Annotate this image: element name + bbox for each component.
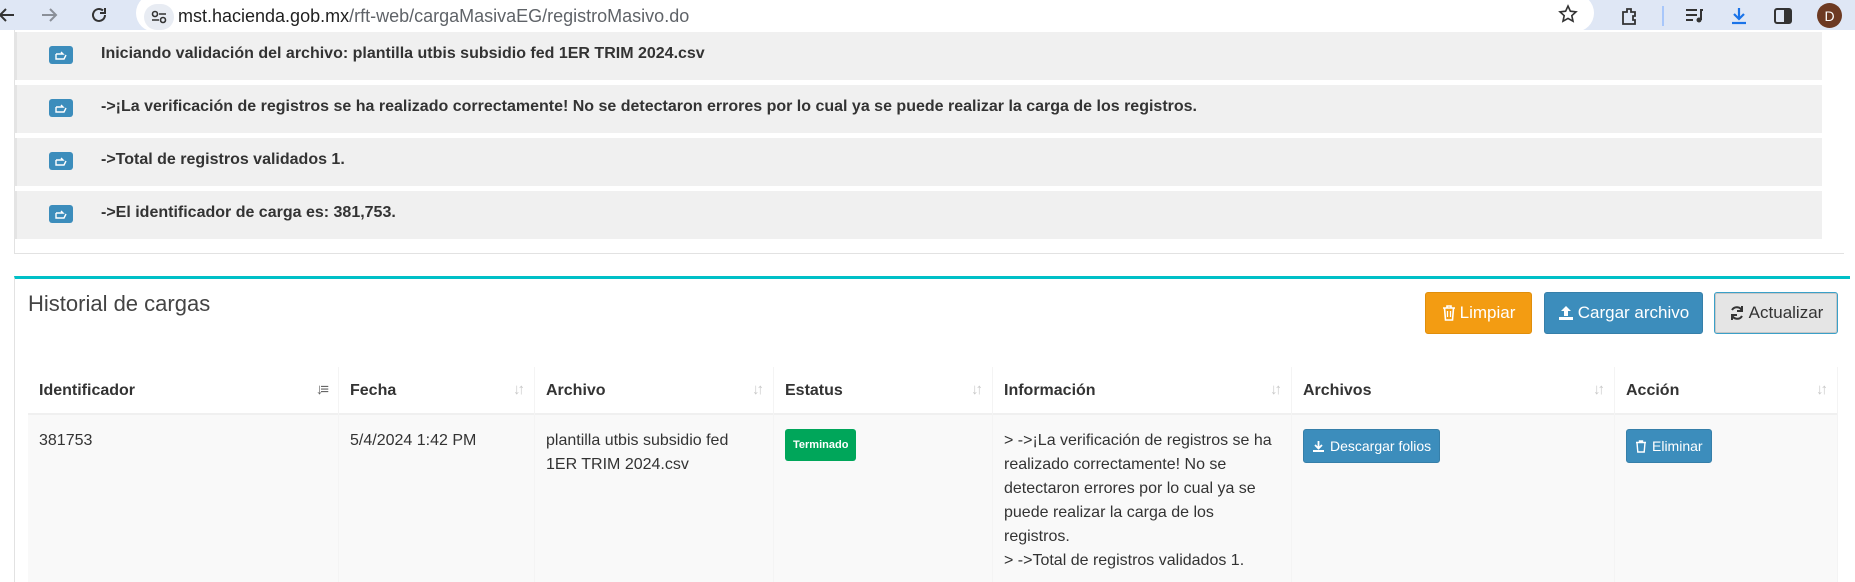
hand-pointer-icon [49,46,73,64]
column-header-label: Archivos [1303,382,1372,399]
column-header-archivo[interactable]: Archivo ↓↑ [535,367,774,415]
profile-avatar[interactable]: D [1817,3,1842,28]
column-header-label: Acción [1626,382,1680,399]
cell-info: > ->¡La verificación de registros se ha … [993,415,1292,582]
refresh-button-label: Actualizar [1748,303,1824,322]
download-icon [1313,440,1324,452]
cell-date: 5/4/2024 1:42 PM [339,415,535,582]
bookmark-star-icon[interactable] [1558,4,1578,29]
forward-arrow-icon[interactable] [36,2,62,28]
toolbar-divider [1662,6,1664,26]
delete-button-label: Eliminar [1652,438,1703,454]
table-row: 381753 5/4/2024 1:42 PM plantilla utbis … [28,415,1838,582]
hand-pointer-icon [49,152,73,170]
hand-pointer-icon [49,99,73,117]
sort-icon: ↓↑ [971,381,983,398]
log-message: ->Total de registros validados 1. [101,151,345,168]
log-item: ->¡La verificación de registros se ha re… [14,85,1822,133]
site-settings-icon[interactable] [144,4,174,30]
column-header-label: Estatus [785,382,843,399]
log-item: ->El identificador de carga es: 381,753. [14,191,1822,239]
refresh-icon [1730,306,1743,320]
column-header-fecha[interactable]: Fecha ↓↑ [339,367,535,415]
column-header-accion[interactable]: Acción ↓↑ [1615,367,1838,415]
sort-desc-icon: ↓≡ [315,381,329,398]
sort-icon: ↓↑ [1593,381,1605,398]
log-message: Iniciando validación del archivo: planti… [101,45,705,62]
info-line: > ->¡La verificación de registros se ha … [1004,432,1272,545]
sort-icon: ↓↑ [752,381,764,398]
log-message: ->¡La verificación de registros se ha re… [101,98,1197,115]
info-line: > ->Total de registros validados 1. [1004,552,1245,569]
column-header-archivos[interactable]: Archivos ↓↑ [1292,367,1615,415]
upload-file-button-label: Cargar archivo [1577,303,1690,322]
cell-files: Descargar folios [1292,415,1615,582]
column-header-label: Información [1004,382,1096,399]
sort-icon: ↓↑ [1270,381,1282,398]
clear-button[interactable]: Limpiar [1425,292,1532,334]
reload-icon[interactable] [86,2,112,28]
media-queue-icon[interactable] [1681,3,1707,29]
browser-toolbar: mst.hacienda.gob.mx/rft-web/cargaMasivaE… [0,0,1855,32]
column-header-label: Identificador [39,382,136,399]
download-folios-button[interactable]: Descargar folios [1303,429,1441,463]
cell-status: Terminado [774,415,993,582]
trash-icon [1442,305,1455,321]
sort-icon: ↓↑ [1816,381,1828,398]
column-header-label: Archivo [546,382,606,399]
table-header: Identificador ↓≡ Fecha ↓↑ Archivo ↓↑ Est… [28,367,1838,415]
url-domain: mst.hacienda.gob.mx [178,6,350,26]
upload-icon [1558,306,1573,320]
refresh-button[interactable]: Actualizar [1714,292,1838,334]
hand-pointer-icon [49,205,73,223]
column-header-informacion[interactable]: Información ↓↑ [993,367,1292,415]
sort-icon: ↓↑ [513,381,525,398]
clear-button-label: Limpiar [1459,303,1516,322]
log-message: ->El identificador de carga es: 381,753. [101,204,396,221]
column-header-estatus[interactable]: Estatus ↓↑ [774,367,993,415]
status-badge: Terminado [785,429,857,461]
extensions-icon[interactable] [1616,3,1642,29]
log-item: ->Total de registros validados 1. [14,138,1822,186]
cell-action: Eliminar [1615,415,1838,582]
download-folios-label: Descargar folios [1330,438,1432,454]
history-title: Historial de cargas [28,291,211,316]
url-text[interactable]: mst.hacienda.gob.mx/rft-web/cargaMasivaE… [178,6,689,27]
url-path: /rft-web/cargaMasivaEG/registroMasivo.do [349,6,690,26]
trash-icon [1636,439,1646,453]
side-panel-icon[interactable] [1770,3,1796,29]
column-header-label: Fecha [350,382,397,399]
delete-button[interactable]: Eliminar [1626,429,1712,463]
back-arrow-icon[interactable] [0,2,20,28]
cell-id: 381753 [28,415,339,582]
column-header-identificador[interactable]: Identificador ↓≡ [28,367,339,415]
upload-file-button[interactable]: Cargar archivo [1544,292,1703,334]
log-item: Iniciando validación del archivo: planti… [14,32,1822,80]
address-bar[interactable]: mst.hacienda.gob.mx/rft-web/cargaMasivaE… [136,0,1594,32]
cell-file: plantilla utbis subsidio fed 1ER TRIM 20… [535,415,774,582]
download-icon[interactable] [1726,3,1752,29]
